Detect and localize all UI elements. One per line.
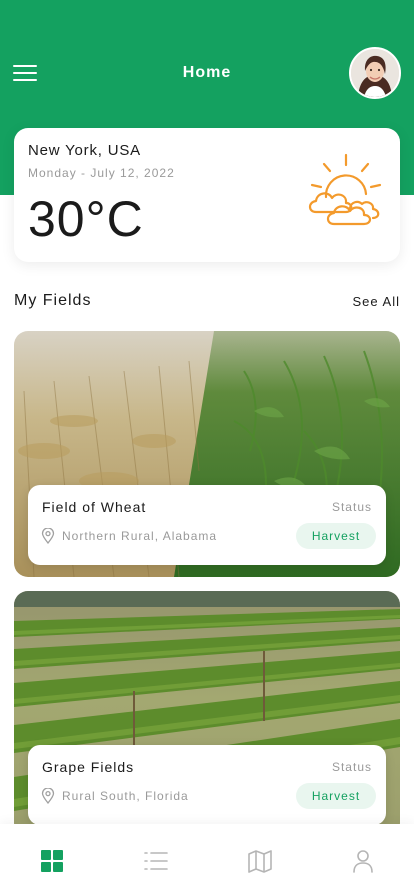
- dashboard-grid-icon: [41, 850, 63, 872]
- field-card-grape[interactable]: Grape Fields Status Rural South, Florida…: [14, 591, 400, 837]
- field-location: Northern Rural, Alabama: [62, 529, 218, 543]
- tab-profile[interactable]: [350, 848, 376, 874]
- weather-card: New York, USA Monday - July 12, 2022 30°…: [14, 128, 400, 262]
- tab-home[interactable]: [39, 848, 65, 874]
- field-card-wheat[interactable]: Field of Wheat Status Northern Rural, Al…: [14, 331, 400, 577]
- avatar-image: [351, 49, 399, 97]
- tab-map[interactable]: [247, 848, 273, 874]
- profile-icon: [353, 850, 373, 873]
- field-name: Grape Fields: [42, 759, 135, 775]
- section-title-my-fields: My Fields: [14, 292, 92, 309]
- weather-date: Monday - July 12, 2022: [28, 166, 175, 180]
- bottom-tab-bar: [0, 824, 414, 896]
- field-info-panel: Grape Fields Status Rural South, Florida…: [28, 745, 386, 825]
- status-badge: Harvest: [296, 523, 376, 549]
- field-location: Rural South, Florida: [62, 789, 189, 803]
- weather-temperature: 30°C: [28, 191, 144, 247]
- map-icon: [248, 850, 272, 873]
- location-pin-icon: [41, 528, 55, 544]
- status-badge: Harvest: [296, 783, 376, 809]
- status-label: Status: [331, 500, 372, 514]
- tab-list[interactable]: [143, 848, 169, 874]
- sun-cloud-icon: [308, 153, 382, 226]
- user-avatar[interactable]: [349, 47, 401, 99]
- field-info-panel: Field of Wheat Status Northern Rural, Al…: [28, 485, 386, 565]
- field-name: Field of Wheat: [42, 499, 147, 515]
- status-label: Status: [331, 760, 372, 774]
- location-pin-icon: [41, 788, 55, 804]
- see-all-link[interactable]: See All: [353, 294, 400, 309]
- list-icon: [144, 852, 168, 870]
- weather-city: New York, USA: [28, 142, 141, 159]
